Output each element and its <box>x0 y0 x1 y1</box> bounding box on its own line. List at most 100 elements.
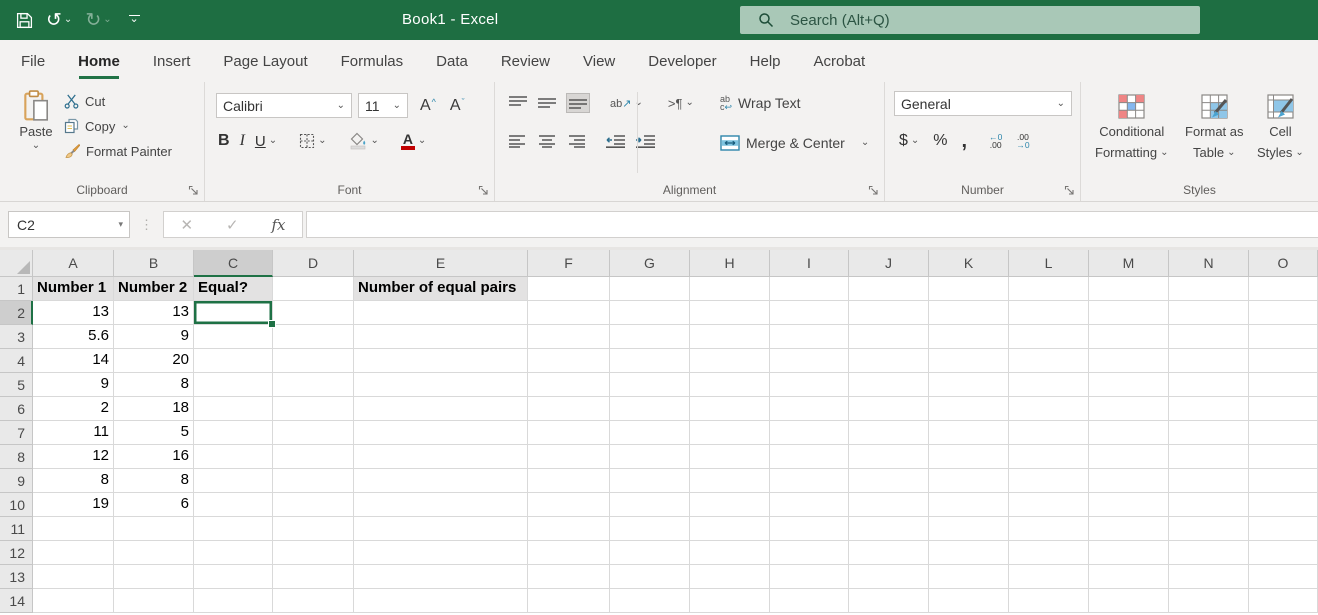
cell-H6[interactable] <box>690 397 770 421</box>
cell-I2[interactable] <box>770 301 849 325</box>
format-painter-button[interactable]: Format Painter <box>64 143 172 159</box>
cell-D6[interactable] <box>273 397 354 421</box>
row-header-2[interactable]: 2 <box>0 301 33 325</box>
cell-K3[interactable] <box>929 325 1009 349</box>
cell-D10[interactable] <box>273 493 354 517</box>
underline-button[interactable]: U ⌄ <box>255 133 277 150</box>
tab-acrobat[interactable]: Acrobat <box>814 40 866 82</box>
cell-N5[interactable] <box>1169 373 1249 397</box>
increase-indent-button[interactable] <box>636 134 655 148</box>
cell-L12[interactable] <box>1009 541 1089 565</box>
row-header-7[interactable]: 7 <box>0 421 33 445</box>
insert-function-icon[interactable]: fx <box>272 216 286 234</box>
cell-A13[interactable] <box>33 565 114 589</box>
bold-button[interactable]: B <box>218 132 230 150</box>
cell-F7[interactable] <box>528 421 610 445</box>
cell-K10[interactable] <box>929 493 1009 517</box>
tab-help[interactable]: Help <box>750 40 781 82</box>
cell-N12[interactable] <box>1169 541 1249 565</box>
cell-N13[interactable] <box>1169 565 1249 589</box>
cell-B12[interactable] <box>114 541 194 565</box>
cell-C2[interactable] <box>194 301 276 328</box>
cell-E9[interactable] <box>354 469 528 493</box>
column-header-G[interactable]: G <box>610 250 690 277</box>
cell-E7[interactable] <box>354 421 528 445</box>
cell-H2[interactable] <box>690 301 770 325</box>
cell-D7[interactable] <box>273 421 354 445</box>
cell-I1[interactable] <box>770 277 849 301</box>
cell-F6[interactable] <box>528 397 610 421</box>
cell-O10[interactable] <box>1249 493 1318 517</box>
cell-H9[interactable] <box>690 469 770 493</box>
tab-developer[interactable]: Developer <box>648 40 716 82</box>
cell-O5[interactable] <box>1249 373 1318 397</box>
conditional-formatting-dropdown-icon[interactable]: ⌄ <box>1160 147 1168 158</box>
font-family-select[interactable]: Calibri ⌄ <box>216 93 352 118</box>
cell-H5[interactable] <box>690 373 770 397</box>
cell-I6[interactable] <box>770 397 849 421</box>
enter-icon[interactable]: ✓ <box>226 216 239 234</box>
cell-D3[interactable] <box>273 325 354 349</box>
cell-C8[interactable] <box>194 445 273 469</box>
cell-E10[interactable] <box>354 493 528 517</box>
row-header-11[interactable]: 11 <box>0 517 33 541</box>
cell-B5[interactable]: 8 <box>114 373 194 397</box>
cell-E5[interactable] <box>354 373 528 397</box>
cell-O2[interactable] <box>1249 301 1318 325</box>
row-header-3[interactable]: 3 <box>0 325 33 349</box>
cell-K7[interactable] <box>929 421 1009 445</box>
cell-J12[interactable] <box>849 541 929 565</box>
cell-I10[interactable] <box>770 493 849 517</box>
cell-O14[interactable] <box>1249 589 1318 613</box>
cell-O4[interactable] <box>1249 349 1318 373</box>
cell-M1[interactable] <box>1089 277 1169 301</box>
column-header-L[interactable]: L <box>1009 250 1089 277</box>
column-header-O[interactable]: O <box>1249 250 1318 277</box>
cell-N6[interactable] <box>1169 397 1249 421</box>
cell-L3[interactable] <box>1009 325 1089 349</box>
undo-dropdown-icon[interactable]: ⌄ <box>64 15 72 25</box>
cell-C1[interactable]: Equal? <box>194 277 273 301</box>
cell-K4[interactable] <box>929 349 1009 373</box>
row-header-13[interactable]: 13 <box>0 565 33 589</box>
cell-M12[interactable] <box>1089 541 1169 565</box>
tab-view[interactable]: View <box>583 40 615 82</box>
cell-B7[interactable]: 5 <box>114 421 194 445</box>
search-input[interactable]: Search (Alt+Q) <box>740 6 1200 34</box>
cell-A4[interactable]: 14 <box>33 349 114 373</box>
cell-F2[interactable] <box>528 301 610 325</box>
cell-E14[interactable] <box>354 589 528 613</box>
cell-F8[interactable] <box>528 445 610 469</box>
cell-G3[interactable] <box>610 325 690 349</box>
cell-D14[interactable] <box>273 589 354 613</box>
column-header-E[interactable]: E <box>354 250 528 277</box>
cell-K1[interactable] <box>929 277 1009 301</box>
cell-G8[interactable] <box>610 445 690 469</box>
cell-M13[interactable] <box>1089 565 1169 589</box>
cell-O12[interactable] <box>1249 541 1318 565</box>
cell-F11[interactable] <box>528 517 610 541</box>
cell-N9[interactable] <box>1169 469 1249 493</box>
cell-N2[interactable] <box>1169 301 1249 325</box>
cell-C5[interactable] <box>194 373 273 397</box>
clipboard-dialog-launcher[interactable] <box>188 185 199 196</box>
cell-L1[interactable] <box>1009 277 1089 301</box>
format-as-table-dropdown-icon[interactable]: ⌄ <box>1227 147 1235 158</box>
font-dialog-launcher[interactable] <box>478 185 489 196</box>
align-left-button[interactable] <box>509 134 527 148</box>
cell-C14[interactable] <box>194 589 273 613</box>
cell-G9[interactable] <box>610 469 690 493</box>
tab-file[interactable]: File <box>21 40 45 82</box>
column-header-D[interactable]: D <box>273 250 354 277</box>
cell-H11[interactable] <box>690 517 770 541</box>
cell-C13[interactable] <box>194 565 273 589</box>
cell-E11[interactable] <box>354 517 528 541</box>
copy-button[interactable]: Copy ⌄ <box>64 118 172 134</box>
cell-H4[interactable] <box>690 349 770 373</box>
cell-E3[interactable] <box>354 325 528 349</box>
cell-E4[interactable] <box>354 349 528 373</box>
orientation-dropdown-icon[interactable]: ⌄ <box>634 98 642 108</box>
cell-H14[interactable] <box>690 589 770 613</box>
cell-G2[interactable] <box>610 301 690 325</box>
redo-button[interactable]: ↻ ⌄ <box>85 11 111 30</box>
